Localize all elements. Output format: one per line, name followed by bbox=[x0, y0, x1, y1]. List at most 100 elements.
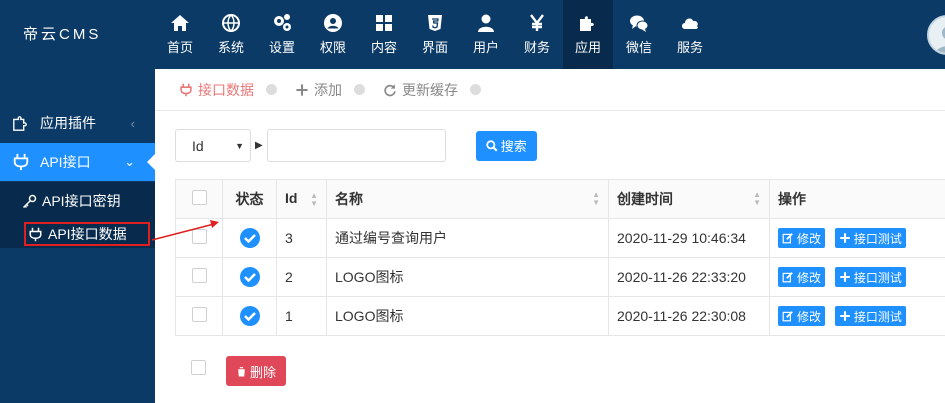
edit-button[interactable]: 修改 bbox=[778, 267, 826, 287]
api-test-button-label: 接口测试 bbox=[853, 309, 902, 324]
grid-icon bbox=[376, 15, 392, 31]
tab-refresh-cache[interactable]: 更新缓存 bbox=[383, 80, 458, 100]
cloud-icon bbox=[682, 18, 698, 29]
sidebar: 应用插件 ‹ API接口 ⌄ API接口密钥 API接口数据 bbox=[0, 69, 155, 403]
nav-item-finance[interactable]: 财务 bbox=[512, 0, 562, 69]
trash-icon bbox=[237, 366, 246, 376]
api-test-button[interactable]: 接口测试 bbox=[834, 228, 906, 248]
column-header-status: 状态 bbox=[222, 179, 277, 219]
column-header-name[interactable]: 名称 ▲ ▼ bbox=[326, 179, 609, 219]
nav-item-home[interactable]: 首页 bbox=[155, 0, 205, 69]
api-test-button[interactable]: 接口测试 bbox=[834, 306, 906, 326]
nav-item-settings[interactable]: 设置 bbox=[257, 0, 307, 69]
check-circle-icon[interactable] bbox=[239, 305, 261, 327]
puzzle-icon bbox=[580, 16, 594, 31]
tab-label: 接口数据 bbox=[198, 81, 254, 98]
column-header-actions: 操作 bbox=[769, 179, 945, 219]
edit-button[interactable]: 修改 bbox=[778, 306, 826, 326]
check-circle-icon[interactable] bbox=[239, 227, 261, 249]
row-checkbox[interactable] bbox=[191, 229, 207, 244]
nav-item-label: 内容 bbox=[370, 40, 397, 55]
data-table: 状态 Id ▲ ▼ 名称 ▲ ▼ 创建时间 ▲ ▼ 操作 3 通过编号查询用户 2020-1… bbox=[175, 179, 945, 336]
created-cell: 2020-11-26 22:30:08 bbox=[608, 296, 770, 336]
row-checkbox[interactable] bbox=[191, 307, 207, 322]
name-cell: 通过编号查询用户 bbox=[326, 218, 609, 258]
api-test-button-label: 接口测试 bbox=[853, 270, 902, 285]
bulk-select-checkbox[interactable] bbox=[191, 360, 206, 375]
top-bar: 帝云CMS 首页 系统 设置 权限 内容 界面 用户 财务 应用 微信 服务 bbox=[0, 0, 945, 69]
actions-cell: 修改 接口测试 bbox=[769, 218, 945, 258]
check-circle-icon[interactable] bbox=[239, 266, 261, 288]
caret-right-icon: ▶ bbox=[255, 140, 263, 151]
nav-item-services[interactable]: 服务 bbox=[665, 0, 715, 69]
name-cell: LOGO图标 bbox=[326, 296, 609, 336]
table-row: 2 LOGO图标 2020-11-26 22:33:20 修改 接口测试 bbox=[175, 257, 945, 297]
actions-cell: 修改 接口测试 bbox=[769, 257, 945, 297]
delete-button[interactable]: 删除 bbox=[226, 356, 286, 386]
created-cell: 2020-11-29 10:46:34 bbox=[608, 218, 770, 258]
nav-item-content[interactable]: 内容 bbox=[359, 0, 409, 69]
id-cell: 2 bbox=[276, 257, 327, 297]
nav-item-apps[interactable]: 应用 bbox=[563, 0, 613, 69]
edit-button-label: 修改 bbox=[797, 231, 822, 246]
edit-button-label: 修改 bbox=[797, 270, 822, 285]
nav-item-label: 系统 bbox=[217, 40, 244, 55]
nav-item-permissions[interactable]: 权限 bbox=[308, 0, 358, 69]
edit-button-label: 修改 bbox=[797, 309, 822, 324]
key-icon bbox=[22, 194, 37, 208]
table-row: 3 通过编号查询用户 2020-11-29 10:46:34 修改 接口测试 bbox=[175, 218, 945, 258]
plug-icon bbox=[13, 153, 29, 171]
sidebar-item-api[interactable]: API接口 ⌄ bbox=[0, 143, 155, 181]
brand-logo[interactable]: 帝云CMS bbox=[0, 0, 155, 69]
column-header-id[interactable]: Id ▲ ▼ bbox=[276, 179, 327, 219]
nav-item-label: 权限 bbox=[319, 40, 346, 55]
edit-icon bbox=[782, 311, 793, 322]
api-test-button[interactable]: 接口测试 bbox=[834, 267, 906, 287]
search-input[interactable] bbox=[266, 129, 446, 162]
nav-item-interface[interactable]: 界面 bbox=[410, 0, 460, 69]
avatar-icon bbox=[935, 27, 945, 53]
nav-item-label: 应用 bbox=[574, 40, 601, 55]
column-header-created[interactable]: 创建时间 ▲ ▼ bbox=[608, 179, 770, 219]
sidebar-item-api-data[interactable]: API接口数据 bbox=[24, 222, 150, 246]
nav-item-system[interactable]: 系统 bbox=[206, 0, 256, 69]
tab-api-data[interactable]: 接口数据 bbox=[179, 80, 254, 100]
avatar[interactable] bbox=[927, 15, 945, 55]
sidebar-item-label: API接口 bbox=[40, 154, 91, 170]
api-test-button-label: 接口测试 bbox=[853, 231, 902, 246]
select-all-checkbox[interactable] bbox=[191, 190, 207, 205]
nav-item-label: 微信 bbox=[625, 40, 652, 55]
row-checkbox[interactable] bbox=[191, 268, 207, 283]
sort-icon: ▲ ▼ bbox=[310, 191, 318, 208]
tab-separator-dot bbox=[266, 84, 277, 95]
plus-icon bbox=[296, 83, 308, 96]
plus-icon bbox=[840, 233, 850, 243]
edit-button[interactable]: 修改 bbox=[778, 228, 826, 248]
field-select[interactable]: Id ▼ bbox=[175, 129, 251, 162]
column-header-label: 名称 bbox=[335, 191, 363, 207]
tab-add[interactable]: 添加 bbox=[295, 80, 342, 100]
tab-separator-dot bbox=[470, 84, 481, 95]
yen-icon bbox=[530, 14, 544, 31]
puzzle-icon bbox=[13, 116, 27, 131]
nav-item-wechat[interactable]: 微信 bbox=[614, 0, 664, 69]
nav-item-label: 首页 bbox=[166, 40, 193, 55]
search-button[interactable]: 搜索 bbox=[475, 130, 537, 161]
sidebar-submenu: API接口密钥 API接口数据 bbox=[0, 182, 155, 248]
column-header-label: 创建时间 bbox=[617, 191, 673, 207]
sidebar-item-api-key[interactable]: API接口密钥 bbox=[22, 191, 121, 211]
nav-item-label: 服务 bbox=[676, 40, 703, 55]
nav-item-users[interactable]: 用户 bbox=[461, 0, 511, 69]
sidebar-item-plugins[interactable]: 应用插件 ‹ bbox=[0, 104, 155, 142]
actions-cell: 修改 接口测试 bbox=[769, 296, 945, 336]
row-checkbox-cell bbox=[175, 257, 223, 297]
row-checkbox-cell bbox=[175, 296, 223, 336]
wechat-icon bbox=[630, 15, 649, 32]
nav-item-label: 财务 bbox=[523, 40, 550, 55]
sidebar-item-label: 应用插件 bbox=[40, 115, 96, 131]
id-cell: 3 bbox=[276, 218, 327, 258]
nav-item-label: 界面 bbox=[421, 40, 448, 55]
sidebar-item-label: API接口密钥 bbox=[42, 193, 121, 209]
row-checkbox-cell bbox=[175, 218, 223, 258]
plus-icon bbox=[840, 272, 850, 282]
